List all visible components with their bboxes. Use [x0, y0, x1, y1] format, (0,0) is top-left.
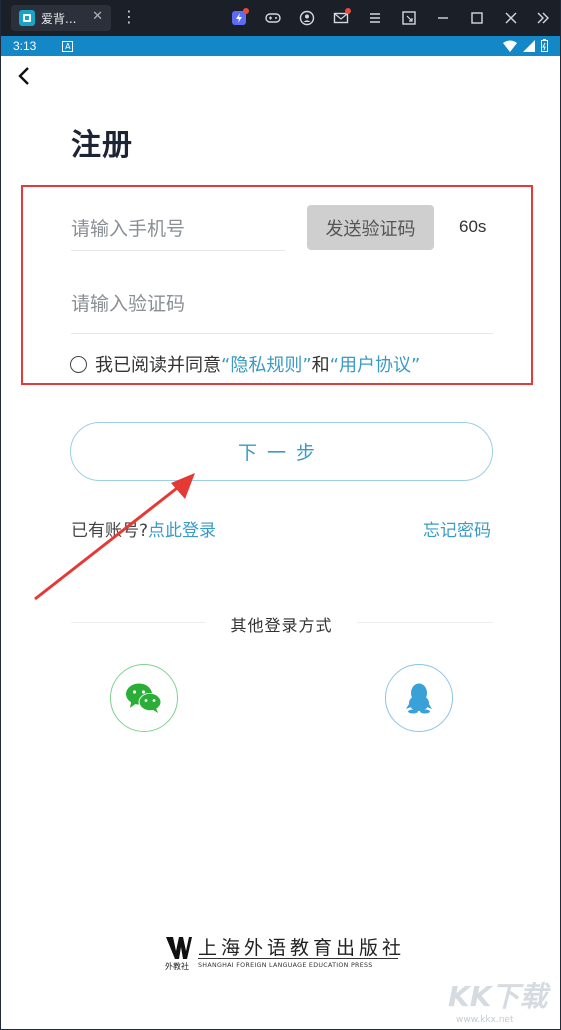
verification-code-input[interactable] — [71, 283, 491, 325]
forgot-password-link[interactable]: 忘记密码 — [423, 516, 491, 541]
app-icon — [19, 10, 35, 26]
notification-dot — [345, 8, 351, 14]
privacy-rules-link[interactable]: “隐私规则” — [221, 351, 312, 377]
wifi-icon — [503, 40, 517, 52]
phone-underline — [71, 250, 285, 251]
maximize-icon[interactable] — [467, 8, 487, 28]
status-icons — [503, 39, 548, 52]
close-icon[interactable] — [501, 8, 521, 28]
user-agreement-link[interactable]: “用户协议” — [330, 351, 421, 377]
watermark-logo: KK下载 — [448, 980, 548, 1013]
emulator-title-bar: 爱背... ✕ ⋮ — [1, 0, 560, 36]
tab-title: 爱背... — [41, 11, 77, 26]
divider-right — [357, 622, 493, 623]
bolt-icon[interactable] — [229, 8, 249, 28]
publisher-name-english: SHANGHAI FOREIGN LANGUAGE EDUCATION PRES… — [198, 962, 373, 969]
more-menu-icon[interactable]: ⋮ — [121, 7, 137, 27]
wechat-login-button[interactable] — [110, 664, 178, 732]
agree-checkbox[interactable] — [70, 355, 87, 373]
expand-sidebar-icon[interactable] — [533, 8, 553, 28]
publisher-short-name: 外教社 — [165, 962, 189, 971]
app-tab[interactable]: 爱背... ✕ — [11, 5, 111, 31]
qq-login-button[interactable] — [385, 664, 453, 732]
status-time: 3:13 — [13, 39, 37, 53]
annotation-arrow — [34, 473, 195, 601]
gamepad-icon[interactable] — [263, 8, 283, 28]
android-status-bar: 3:13 A — [1, 36, 560, 56]
page-title: 注册 — [71, 128, 133, 163]
qq-icon — [406, 683, 432, 714]
app-frame: 爱背... ✕ ⋮ 3:13 A 注册 请输入手机号 发送验证码 60s 请输入… — [0, 0, 561, 1030]
screenshot-icon[interactable] — [399, 8, 419, 28]
minimize-icon[interactable] — [433, 8, 453, 28]
publisher-logo-icon — [166, 937, 192, 959]
publisher-rule — [198, 958, 398, 959]
mail-icon[interactable] — [331, 8, 351, 28]
account-icon[interactable] — [297, 8, 317, 28]
other-login-label: 其他登录方式 — [230, 616, 333, 635]
phone-input[interactable] — [71, 208, 281, 250]
code-underline — [71, 333, 493, 334]
agree-text: 我已阅读并同意 — [95, 355, 221, 376]
wechat-icon — [126, 683, 162, 713]
back-arrow-icon[interactable] — [13, 64, 35, 88]
agreement-row: 我已阅读并同意 “隐私规则” 和 “用户协议” — [70, 351, 420, 377]
agree-and-text: 和 — [311, 355, 330, 376]
send-code-button[interactable]: 发送验证码 — [307, 205, 434, 250]
notification-dot — [243, 8, 249, 14]
battery-icon — [541, 39, 548, 52]
watermark-url: www.kkx.net — [456, 1015, 514, 1025]
notification-icon: A — [62, 40, 74, 52]
publisher-name: 上海外语教育出版社 — [198, 937, 406, 959]
tab-close-icon[interactable]: ✕ — [92, 9, 103, 24]
countdown-timer: 60s — [459, 217, 487, 236]
signal-icon — [523, 39, 535, 52]
hamburger-menu-icon[interactable] — [365, 8, 385, 28]
